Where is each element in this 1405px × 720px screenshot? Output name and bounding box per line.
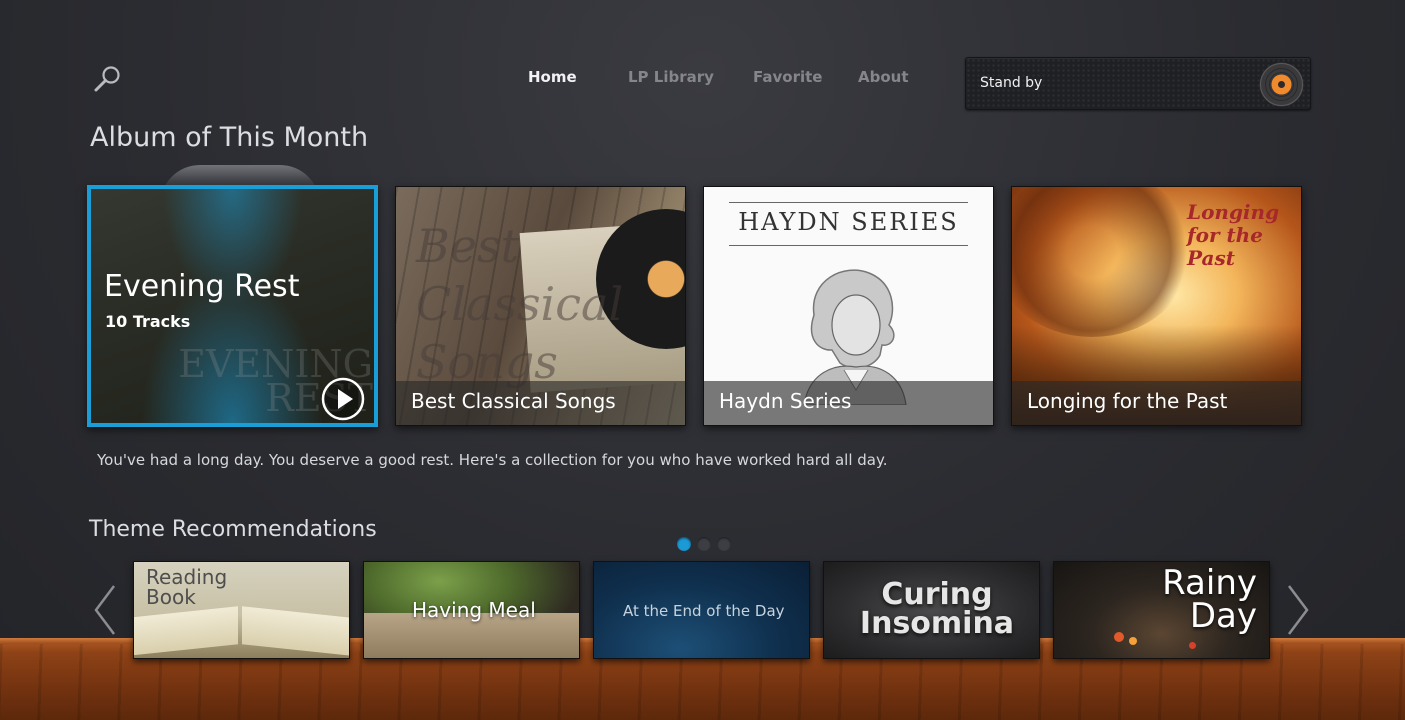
vinyl-disc-icon[interactable] bbox=[1259, 62, 1304, 107]
search-icon[interactable] bbox=[92, 64, 124, 94]
nav-home[interactable]: Home bbox=[528, 68, 577, 86]
theme-card-rainy-day[interactable]: Rainy Day bbox=[1053, 561, 1270, 659]
page-dot[interactable] bbox=[677, 537, 691, 551]
page-dot[interactable] bbox=[697, 537, 711, 551]
album-card-featured[interactable]: EVENING REST Evening Rest 10 Tracks bbox=[87, 185, 378, 427]
cover-bokeh bbox=[1129, 637, 1137, 645]
cover-heading: Longing for the Past bbox=[1187, 200, 1280, 270]
cover-bokeh bbox=[1189, 642, 1196, 649]
theme-section-title: Theme Recommendations bbox=[89, 517, 377, 542]
play-icon[interactable] bbox=[321, 377, 365, 421]
album-card-best-classical[interactable]: Best Classical Songs Best Classical Songs bbox=[395, 186, 686, 426]
album-caption: Best Classical Songs bbox=[396, 381, 685, 425]
featured-album-title: Evening Rest bbox=[104, 269, 300, 304]
album-card-haydn[interactable]: HAYDN SERIES Haydn Series bbox=[703, 186, 994, 426]
cover-book-page bbox=[134, 606, 238, 656]
page-dot[interactable] bbox=[717, 537, 731, 551]
theme-card-having-meal[interactable]: Having Meal bbox=[363, 561, 580, 659]
theme-label: Curing Insomina bbox=[859, 577, 1015, 641]
album-section-title: Album of This Month bbox=[90, 122, 369, 153]
theme-card-curing-insomina[interactable]: Curing Insomina bbox=[823, 561, 1040, 659]
nav-favorite[interactable]: Favorite bbox=[753, 68, 822, 86]
album-card-longing[interactable]: Longing for the Past Longing for the Pas… bbox=[1011, 186, 1302, 426]
theme-label: Having Meal bbox=[412, 598, 536, 622]
nav-lp-library[interactable]: LP Library bbox=[628, 68, 714, 86]
now-playing-panel: Stand by bbox=[965, 57, 1311, 110]
album-caption: Haydn Series bbox=[704, 381, 993, 425]
cover-bokeh bbox=[1114, 632, 1124, 642]
album-description: You've had a long day. You deserve a goo… bbox=[97, 451, 888, 469]
featured-track-count: 10 Tracks bbox=[105, 312, 191, 331]
album-caption: Longing for the Past bbox=[1012, 381, 1301, 425]
theme-label: At the End of the Day bbox=[623, 602, 785, 620]
cover-art bbox=[1012, 187, 1192, 337]
nav-about[interactable]: About bbox=[858, 68, 909, 86]
chevron-right-icon[interactable] bbox=[1285, 583, 1311, 637]
chevron-left-icon[interactable] bbox=[92, 583, 118, 637]
player-status: Stand by bbox=[980, 75, 1043, 91]
theme-label: Rainy Day bbox=[1162, 563, 1257, 636]
cover-script: Best Classical Songs bbox=[416, 219, 624, 389]
cover-book-page bbox=[242, 606, 349, 656]
cover-heading: HAYDN SERIES bbox=[729, 202, 968, 246]
theme-card-end-of-day[interactable]: At the End of the Day bbox=[593, 561, 810, 659]
theme-label: Reading Book bbox=[146, 565, 228, 609]
theme-card-reading-book[interactable]: Reading Book bbox=[133, 561, 350, 659]
